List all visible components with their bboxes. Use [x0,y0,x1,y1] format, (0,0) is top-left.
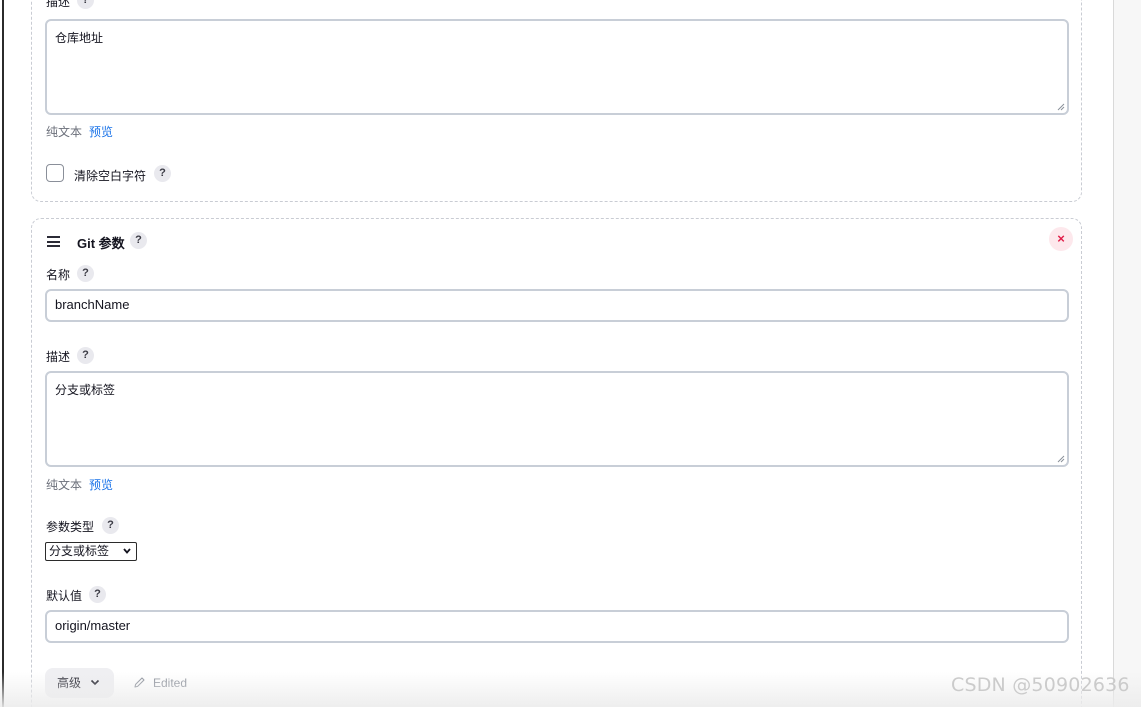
description-textarea[interactable]: 分支或标签 [45,371,1069,467]
description-text: 仓库地址 [55,31,104,45]
description-label: 描述 [46,0,71,9]
name-label: 名称 [46,268,71,282]
chevron-down-icon [123,548,131,554]
preview-link[interactable]: 预览 [89,476,113,493]
question-mark-icon[interactable]: ? [102,517,119,534]
parameter-type-select[interactable]: 分支或标签 [45,542,137,561]
question-mark-icon[interactable]: ? [77,265,94,282]
description-textarea[interactable]: 仓库地址 [45,19,1069,115]
window-left-border [2,0,4,707]
description-label: 描述 [46,350,71,364]
close-icon[interactable]: × [1049,227,1073,251]
question-mark-icon[interactable]: ? [154,165,171,182]
format-plain-text: 纯文本 [46,478,83,492]
preview-link[interactable]: 预览 [89,123,113,140]
drag-handle-icon[interactable] [47,236,60,250]
watermark: CSDN @50902636 [951,674,1130,696]
description-text: 分支或标签 [55,383,116,397]
config-page: 描述 ? 仓库地址 纯文本 预览 清除空白字符 ? Git 参数 ? × 名称 … [0,0,1141,707]
question-mark-icon[interactable]: ? [130,232,147,249]
resize-grip-icon[interactable] [1057,103,1065,111]
window-right-gutter [1114,0,1141,707]
default-value-label: 默认值 [46,589,83,603]
parameter-type-label: 参数类型 [46,520,95,534]
advanced-button[interactable]: 高级 [45,668,114,698]
format-plain-text: 纯文本 [46,125,83,139]
resize-grip-icon[interactable] [1057,455,1065,463]
advanced-label: 高级 [57,676,82,690]
question-mark-icon[interactable]: ? [77,347,94,364]
trim-label: 清除空白字符 [74,169,147,183]
question-mark-icon[interactable]: ? [89,586,106,603]
trim-checkbox[interactable] [46,164,64,182]
pencil-icon [134,677,145,688]
name-input[interactable]: branchName [45,289,1069,322]
default-value-input[interactable]: origin/master [45,610,1069,643]
chevron-down-icon [90,679,100,686]
parameter-type-selected: 分支或标签 [49,544,110,558]
section-title: Git 参数 [77,236,125,251]
edited-status: Edited [153,676,188,690]
